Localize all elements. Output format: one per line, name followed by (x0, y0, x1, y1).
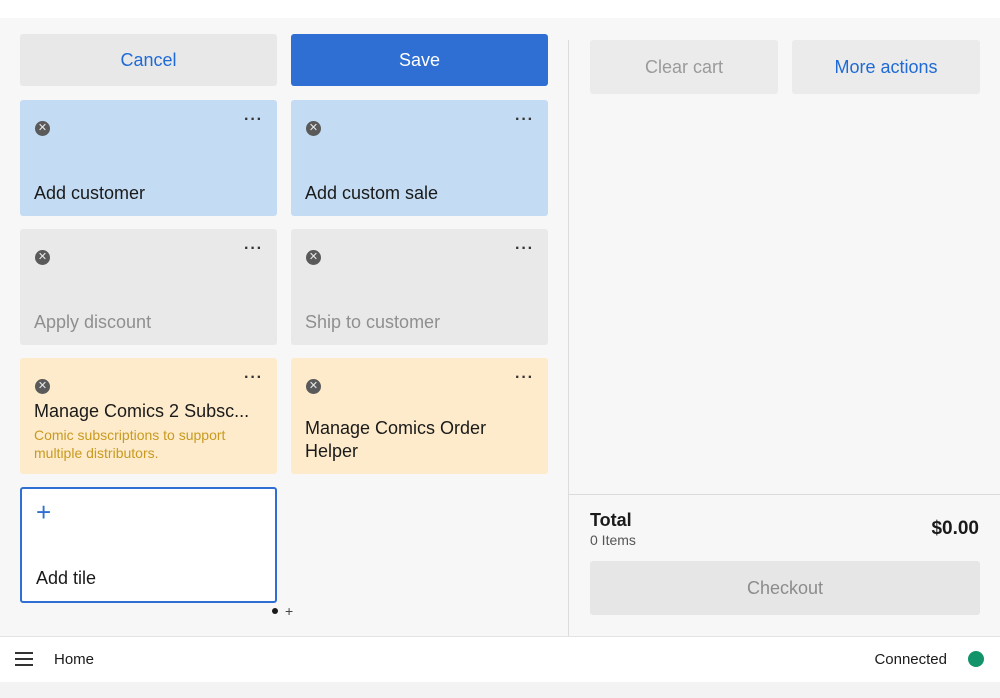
more-dots-icon[interactable]: ··· (515, 241, 534, 257)
tile-label: Add customer (34, 183, 146, 203)
save-button[interactable]: Save (291, 34, 548, 86)
items-count: 0 Items (590, 532, 636, 548)
tile-label: Manage Comics 2 Subsc... (34, 401, 250, 421)
tile-add-customer[interactable]: ✕ ··· Add customer (20, 100, 277, 216)
tile-manage-comics-subscriptions[interactable]: ✕ ··· Manage Comics 2 Subsc... Comic sub… (20, 358, 277, 474)
more-dots-icon[interactable]: ··· (244, 241, 263, 257)
clear-cart-button[interactable]: Clear cart (590, 40, 778, 94)
more-dots-icon[interactable]: ··· (515, 370, 534, 386)
cart-divider (569, 494, 1000, 495)
tile-label: Apply discount (34, 312, 152, 332)
tile-label: Manage Comics Order Helper (305, 418, 487, 461)
home-label[interactable]: Home (54, 651, 94, 668)
remove-tile-icon[interactable]: ✕ (35, 121, 50, 136)
add-tile-button[interactable]: + Add tile (20, 487, 277, 603)
status-dot-icon (968, 651, 984, 667)
remove-tile-icon[interactable]: ✕ (306, 250, 321, 265)
pos-app: Cancel Save ✕ ··· Add customer ✕ ··· Add… (0, 18, 1000, 636)
tile-subtitle: Comic subscriptions to support multiple … (34, 427, 226, 461)
add-tile-label: Add tile (36, 568, 97, 588)
remove-tile-icon[interactable]: ✕ (306, 121, 321, 136)
tile-label: Add custom sale (305, 183, 439, 203)
more-dots-icon[interactable]: ··· (515, 112, 534, 128)
remove-tile-icon[interactable]: ✕ (35, 379, 50, 394)
panel-divider (568, 40, 569, 636)
tile-apply-discount[interactable]: ✕ ··· Apply discount (20, 229, 277, 345)
remove-tile-icon[interactable]: ✕ (35, 250, 50, 265)
remove-tile-icon[interactable]: ✕ (306, 379, 321, 394)
page-dot-active[interactable] (272, 608, 278, 614)
add-page-icon[interactable]: + (285, 603, 293, 619)
total-label: Total (590, 510, 632, 530)
tile-add-custom-sale[interactable]: ✕ ··· Add custom sale (291, 100, 548, 216)
more-dots-icon[interactable]: ··· (244, 370, 263, 386)
bottom-navigation-bar: Home Connected (0, 636, 1000, 683)
connection-status-label: Connected (874, 651, 947, 668)
plus-icon: + (36, 497, 52, 527)
tile-ship-to-customer[interactable]: ✕ ··· Ship to customer (291, 229, 548, 345)
checkout-button[interactable]: Checkout (590, 561, 980, 615)
more-dots-icon[interactable]: ··· (244, 112, 263, 128)
cancel-button[interactable]: Cancel (20, 34, 277, 86)
footer-strip (0, 682, 1000, 698)
tile-manage-comics-order-helper[interactable]: ✕ ··· Manage Comics Order Helper (291, 358, 548, 474)
hamburger-menu-icon[interactable] (15, 652, 33, 666)
total-amount: $0.00 (931, 518, 979, 539)
tile-label: Ship to customer (305, 312, 441, 332)
more-actions-button[interactable]: More actions (792, 40, 980, 94)
page-indicator: + (272, 603, 293, 619)
